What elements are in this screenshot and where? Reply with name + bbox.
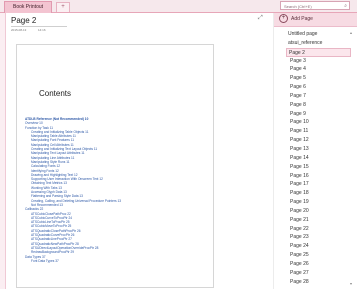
- add-page-label: Add Page: [291, 16, 313, 22]
- page-list-item[interactable]: Page 9: [274, 110, 357, 119]
- page-list-item[interactable]: Page 14: [274, 154, 357, 163]
- page-list-item[interactable]: Page 25: [274, 251, 357, 260]
- table-of-contents: ATDLB Reference (Not Recommended) 10 Over…: [25, 117, 205, 263]
- page-list-item[interactable]: Page 15: [274, 163, 357, 172]
- page-date: 2015-08-13: [11, 28, 27, 32]
- page-list-item[interactable]: Page 27: [274, 269, 357, 278]
- add-page-button[interactable]: + Add Page: [274, 13, 357, 27]
- scroll-down-icon[interactable]: ▾: [350, 281, 352, 286]
- page-time: 14:16: [38, 28, 46, 32]
- search-input[interactable]: Search (Ctrl+E) ⌕: [280, 1, 350, 10]
- toc-entry[interactable]: Font Data Types 37: [25, 259, 205, 263]
- page-list-item[interactable]: Page 19: [274, 198, 357, 207]
- tab-bar: Book Printout + Search (Ctrl+E) ⌕: [0, 0, 357, 13]
- page-list-item[interactable]: Page 3: [274, 57, 357, 66]
- page-list-item[interactable]: Page 28: [274, 278, 357, 287]
- page-list-item[interactable]: Page 26: [274, 260, 357, 269]
- page-list-item[interactable]: Untitled page: [274, 30, 357, 39]
- page-list-item[interactable]: Page 22: [274, 225, 357, 234]
- tab-book-printout[interactable]: Book Printout: [4, 1, 53, 13]
- page-list-pane: + Add Page Untitled page atsui_reference Pa…: [274, 13, 357, 289]
- search-placeholder: Search (Ctrl+E): [284, 4, 312, 9]
- page-list-item[interactable]: Page 16: [274, 172, 357, 181]
- notebook-pane-edge[interactable]: [0, 13, 6, 289]
- page-list-item[interactable]: Page 21: [274, 216, 357, 225]
- page-list-item[interactable]: Page 20: [274, 207, 357, 216]
- scroll-up-icon[interactable]: ▴: [350, 30, 352, 35]
- page-list-item[interactable]: Page 10: [274, 118, 357, 127]
- page-list-item[interactable]: Page 12: [274, 136, 357, 145]
- page-list-item[interactable]: Page 17: [274, 180, 357, 189]
- page-list-item[interactable]: Page 18: [274, 189, 357, 198]
- printout-document: Contents ATDLB Reference (Not Recommende…: [16, 44, 214, 288]
- page-list-item[interactable]: Page 8: [274, 101, 357, 110]
- page-list-item[interactable]: Page 23: [274, 233, 357, 242]
- search-icon[interactable]: ⌕: [344, 2, 347, 11]
- add-tab-button[interactable]: +: [56, 2, 70, 12]
- plus-circle-icon: +: [279, 14, 288, 24]
- page-list-item[interactable]: Page 2: [286, 47, 351, 57]
- title-underline: [11, 26, 67, 27]
- page-list-item[interactable]: Page 6: [274, 83, 357, 92]
- page-list-item[interactable]: Page 24: [274, 242, 357, 251]
- expand-icon[interactable]: ⤢: [258, 15, 263, 22]
- toc-heading: Contents: [39, 89, 72, 98]
- page-list-item[interactable]: Page 4: [274, 65, 357, 74]
- page-list-item[interactable]: Page 13: [274, 145, 357, 154]
- page-list-item[interactable]: Page 11: [274, 127, 357, 136]
- page-list-item[interactable]: Page 7: [274, 92, 357, 101]
- page-title[interactable]: Page 2: [11, 16, 36, 25]
- page-list-item[interactable]: Page 5: [274, 74, 357, 83]
- page-list-item[interactable]: atsui_reference: [274, 39, 357, 48]
- page-list: Untitled page atsui_reference Page 2 Page 3…: [274, 30, 357, 286]
